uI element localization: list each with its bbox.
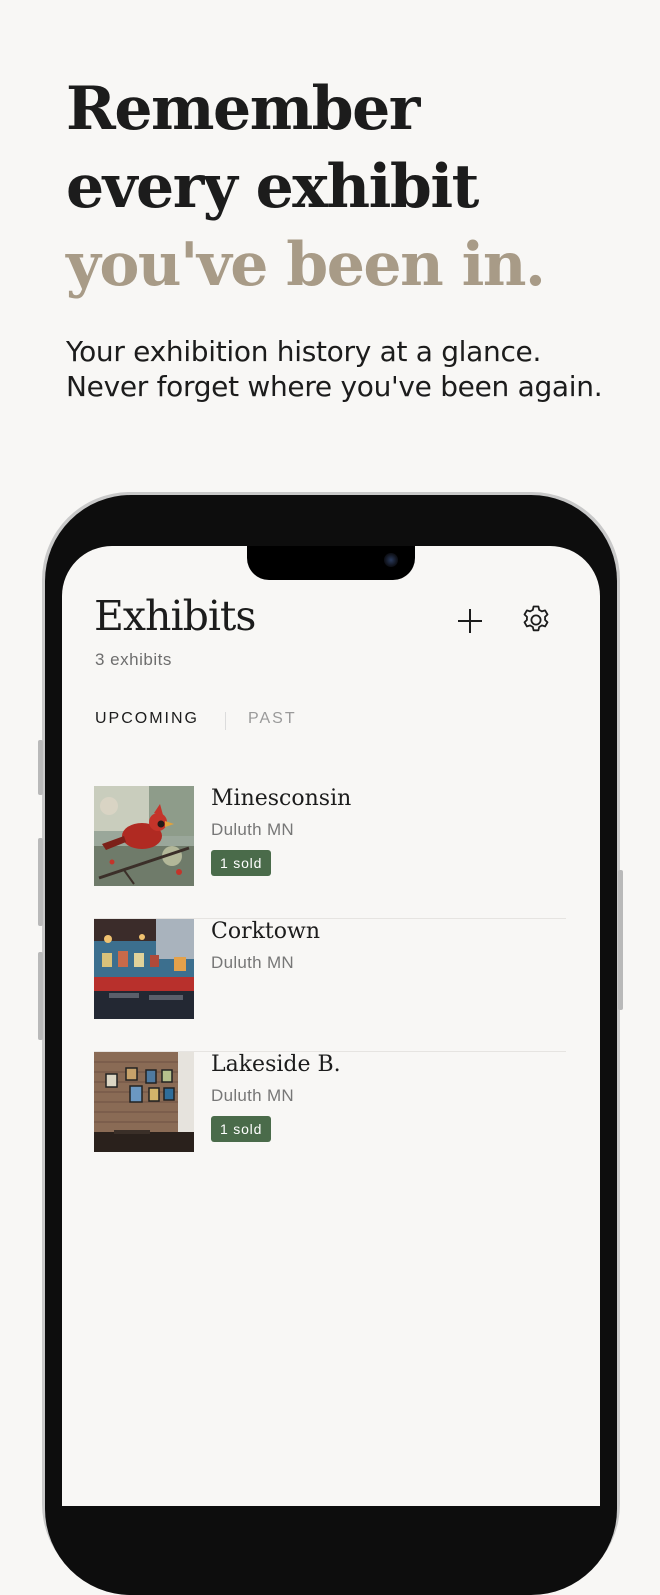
exhibit-thumbnail: [94, 786, 194, 886]
phone-volume-down: [38, 952, 43, 1040]
exhibit-name: Lakeside B.: [211, 1052, 341, 1077]
sold-badge: 1 sold: [211, 850, 272, 876]
phone-power-button: [618, 870, 623, 1010]
list-item[interactable]: Lakeside B. Duluth MN 1 sold: [94, 1052, 566, 1185]
list-item[interactable]: Corktown Duluth MN: [94, 919, 566, 1052]
exhibit-location: Duluth MN: [211, 820, 295, 839]
page-title: Exhibits: [94, 592, 256, 640]
exhibit-name: Corktown: [211, 919, 321, 944]
phone-volume-up: [38, 838, 43, 926]
app-screen: Exhibits 3 exhibits UPCOMING PAST Minesc…: [62, 546, 600, 1506]
exhibit-location: Duluth MN: [211, 953, 295, 972]
phone-silent-switch: [38, 740, 43, 795]
camera-icon: [384, 553, 398, 567]
subtitle-line-2: Never forget where you've been again.: [66, 370, 603, 403]
tab-divider: [225, 712, 226, 730]
plus-icon[interactable]: [453, 604, 487, 638]
sold-badge: 1 sold: [211, 1116, 272, 1142]
hero-line-1: Remember: [66, 74, 420, 144]
tab-upcoming[interactable]: UPCOMING: [95, 710, 199, 728]
hero-line-3: you've been in.: [66, 230, 546, 300]
tab-past[interactable]: PAST: [248, 710, 297, 728]
exhibit-thumbnail: [94, 919, 194, 1019]
list-item[interactable]: Minesconsin Duluth MN 1 sold: [94, 786, 566, 919]
subtitle: Your exhibition history at a glance. Nev…: [66, 334, 603, 404]
exhibit-thumbnail: [94, 1052, 194, 1152]
exhibit-location: Duluth MN: [211, 1086, 295, 1105]
exhibit-count: 3 exhibits: [95, 650, 172, 669]
hero-line-2: every exhibit: [66, 152, 479, 222]
subtitle-line-1: Your exhibition history at a glance.: [66, 335, 542, 368]
exhibit-name: Minesconsin: [211, 786, 352, 811]
gear-icon[interactable]: [519, 603, 553, 637]
hero-title: Remember every exhibit you've been in.: [66, 70, 546, 304]
